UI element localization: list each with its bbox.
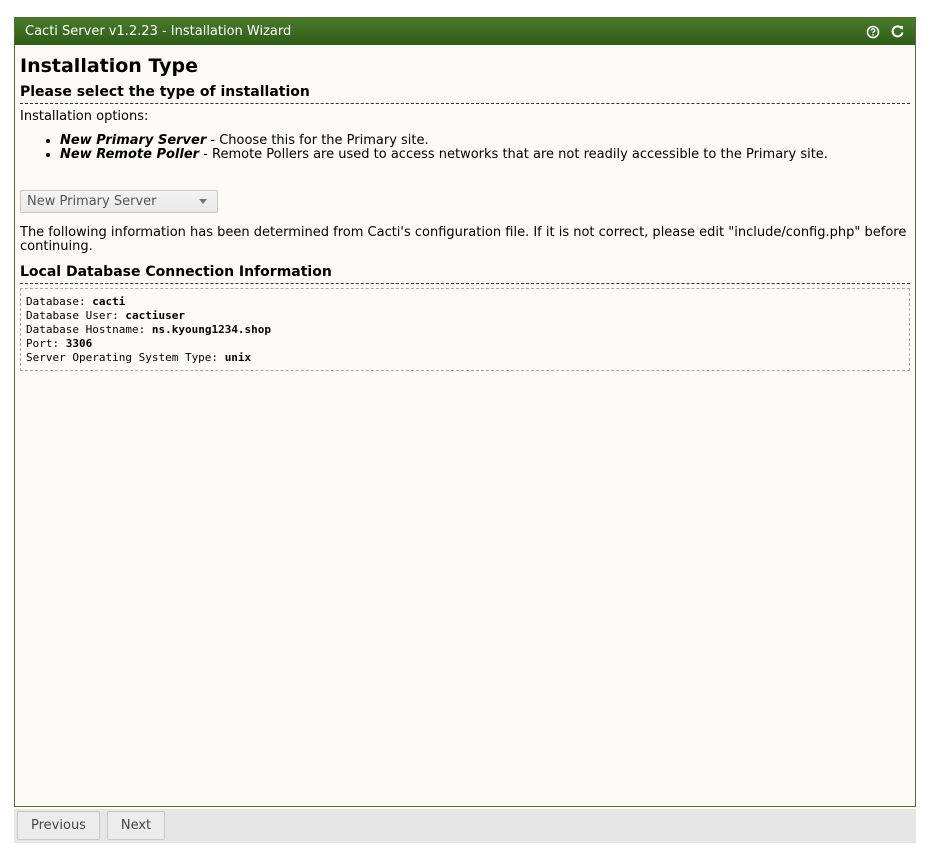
database-hostname: ns.kyoung1234.shop: [151, 323, 272, 336]
page-title: Installation Type: [20, 55, 199, 77]
option-description: - Remote Pollers are used to access netw…: [199, 147, 828, 162]
db-info-line: Database User: cactiuser: [26, 309, 185, 322]
list-item: New Primary Server - Choose this for the…: [60, 134, 910, 148]
db-info-line: Port: 3306: [26, 337, 93, 350]
installation-type-select[interactable]: New Primary Server: [20, 190, 218, 213]
title-bar: Cacti Server v1.2.23 - Installation Wiza…: [15, 18, 915, 45]
config-info-text: The following information has been deter…: [20, 225, 907, 254]
section-heading-installation-type: Please select the type of installation: [20, 82, 910, 104]
os-type: unix: [224, 351, 252, 364]
help-icon[interactable]: [865, 24, 881, 40]
refresh-icon[interactable]: [889, 24, 905, 40]
db-info-line: Database Hostname: ns.kyoung1234.shop: [26, 323, 272, 336]
window-title: Cacti Server v1.2.23 - Installation Wiza…: [25, 24, 292, 39]
previous-button[interactable]: Previous: [17, 811, 100, 840]
option-name: New Remote Poller: [60, 147, 200, 162]
db-info-line: Database: cacti: [26, 295, 126, 308]
installation-options-list: New Primary Server - Choose this for the…: [20, 134, 910, 162]
option-name: New Primary Server: [60, 133, 207, 148]
list-item: New Remote Poller - Remote Pollers are u…: [60, 148, 910, 162]
title-icons: [865, 24, 905, 40]
database-user: cactiuser: [125, 309, 185, 322]
next-button[interactable]: Next: [107, 811, 165, 840]
database-port: 3306: [65, 337, 93, 350]
database-name: cacti: [92, 295, 126, 308]
option-description: - Choose this for the Primary site.: [206, 133, 429, 148]
select-value: New Primary Server: [27, 194, 157, 209]
wizard-button-bar: Previous Next: [14, 809, 916, 843]
installation-wizard-window: Cacti Server v1.2.23 - Installation Wiza…: [14, 17, 916, 807]
db-info-line: Server Operating System Type: unix: [26, 351, 252, 364]
database-info-box: Database: cacti Database User: cactiuser…: [20, 288, 910, 371]
options-intro: Installation options:: [20, 109, 149, 124]
chevron-down-icon: [199, 199, 207, 204]
wizard-content: Installation Type Please select the type…: [20, 54, 910, 371]
section-heading-database: Local Database Connection Information: [20, 262, 910, 284]
